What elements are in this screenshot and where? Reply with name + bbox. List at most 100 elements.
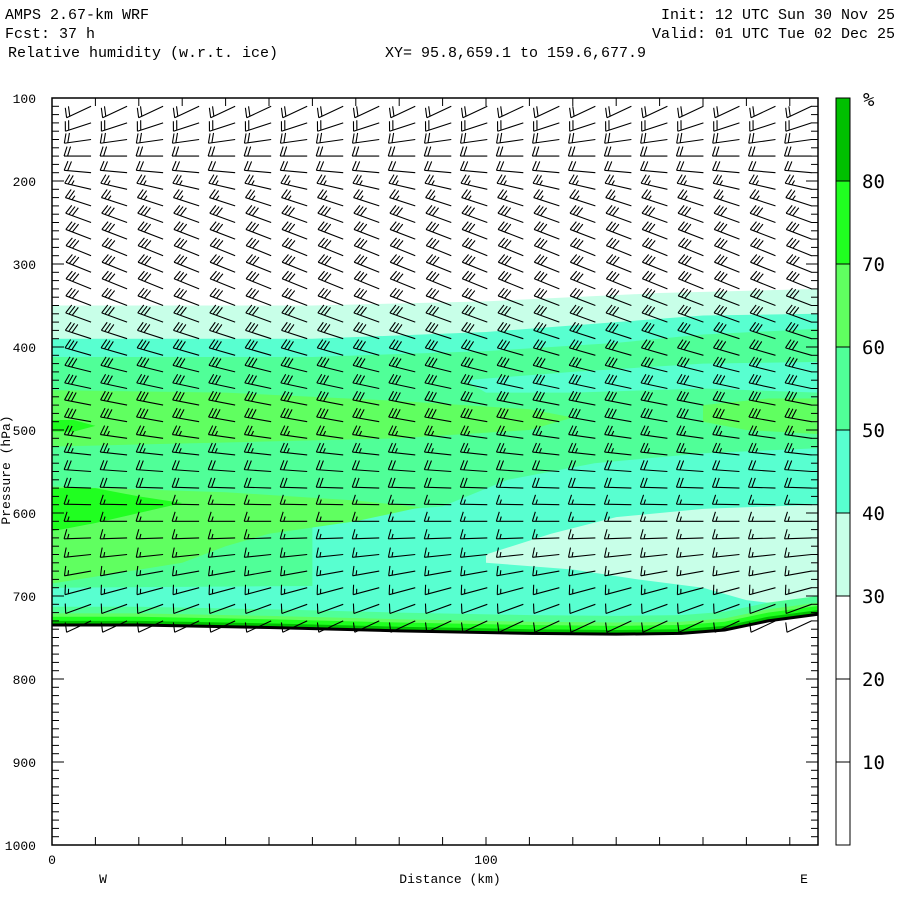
wind-barb bbox=[639, 146, 668, 157]
wind-barb bbox=[712, 174, 740, 190]
wind-barb bbox=[569, 270, 596, 290]
wind-barb bbox=[533, 237, 560, 257]
wind-barb bbox=[460, 132, 488, 144]
wind-barb bbox=[533, 105, 560, 119]
wind-barb bbox=[317, 237, 344, 257]
wind-barb bbox=[209, 287, 236, 307]
wind-barb bbox=[171, 146, 200, 157]
wind-barb bbox=[208, 120, 236, 132]
wind-barb bbox=[281, 237, 308, 257]
wind-barb bbox=[677, 270, 704, 290]
wind-barb bbox=[99, 160, 128, 174]
wind-barb bbox=[425, 237, 452, 257]
wind-barb bbox=[279, 160, 308, 174]
wind-barb bbox=[497, 105, 524, 119]
wind-barb bbox=[353, 254, 380, 273]
colorbar-segment bbox=[835, 678, 851, 763]
y-axis-label: Pressure (hPa) bbox=[0, 415, 14, 524]
wind-barb bbox=[712, 160, 740, 174]
wind-barb bbox=[784, 174, 812, 190]
wind-barb bbox=[750, 270, 776, 290]
colorbar-segment bbox=[835, 512, 851, 597]
wind-barb bbox=[65, 237, 92, 257]
wind-barb bbox=[173, 287, 200, 307]
wind-barb bbox=[316, 120, 344, 132]
y-tick-label: 500 bbox=[13, 424, 36, 439]
init-time: Init: 12 UTC Sun 30 Nov 25 bbox=[661, 7, 895, 24]
wind-barb bbox=[136, 174, 164, 190]
wind-barb bbox=[209, 237, 236, 257]
wind-barb bbox=[389, 205, 416, 224]
wind-barb bbox=[172, 174, 200, 190]
y-tick-label: 1000 bbox=[5, 839, 36, 854]
wind-barb bbox=[100, 105, 128, 119]
wind-barb bbox=[569, 120, 596, 132]
wind-barb bbox=[353, 270, 380, 290]
wind-barb bbox=[424, 174, 452, 190]
wind-barb bbox=[749, 205, 776, 224]
wind-barb bbox=[101, 270, 128, 290]
wind-barb bbox=[785, 205, 812, 224]
wind-barb bbox=[137, 254, 164, 273]
wind-barb bbox=[351, 146, 380, 157]
wind-barb bbox=[209, 270, 236, 290]
y-tick-label: 100 bbox=[13, 92, 36, 107]
wind-barb bbox=[605, 105, 632, 119]
wind-barb bbox=[785, 120, 812, 132]
wind-barb bbox=[353, 189, 380, 207]
wind-barb bbox=[173, 270, 200, 290]
wind-barb bbox=[712, 132, 740, 144]
wind-barb bbox=[281, 221, 308, 240]
colorbar-segment bbox=[835, 180, 851, 265]
wind-barb bbox=[785, 189, 812, 207]
wind-barb bbox=[460, 105, 488, 119]
wind-barb bbox=[388, 174, 416, 190]
wind-barb bbox=[63, 146, 92, 157]
wind-barb bbox=[425, 189, 452, 207]
wind-barb bbox=[100, 174, 128, 190]
wind-barb bbox=[388, 105, 416, 119]
wind-barb bbox=[603, 146, 632, 157]
wind-barb bbox=[567, 160, 596, 174]
wind-barb bbox=[713, 120, 740, 132]
wind-barb bbox=[352, 105, 380, 119]
wind-barb bbox=[750, 254, 776, 273]
wind-barb bbox=[604, 174, 632, 190]
wind-barb bbox=[281, 270, 308, 290]
wind-barb bbox=[387, 160, 416, 174]
colorbar-unit: % bbox=[863, 89, 875, 111]
wind-barb bbox=[424, 120, 452, 132]
wind-barb bbox=[459, 146, 488, 157]
wind-barb bbox=[209, 189, 236, 207]
wind-barb bbox=[317, 189, 344, 207]
wind-barb bbox=[459, 160, 488, 174]
wind-barb bbox=[352, 174, 380, 190]
valid-time: Valid: 01 UTC Tue 02 Dec 25 bbox=[652, 26, 895, 43]
wind-barb bbox=[786, 237, 812, 257]
wind-barb bbox=[569, 189, 596, 207]
wind-barb bbox=[317, 221, 344, 240]
wind-barb bbox=[713, 189, 740, 207]
wind-barb bbox=[750, 237, 776, 257]
wind-barb bbox=[63, 132, 92, 144]
wind-barb bbox=[245, 205, 272, 224]
wind-barb bbox=[785, 105, 812, 119]
wind-barb bbox=[605, 205, 632, 224]
wind-barb bbox=[137, 270, 164, 290]
wind-barb bbox=[137, 287, 164, 307]
colorbar-label: 80 bbox=[862, 171, 885, 193]
wind-barb bbox=[64, 105, 92, 119]
wind-barb bbox=[280, 105, 308, 119]
wind-barb bbox=[497, 205, 524, 224]
wind-barb bbox=[281, 205, 308, 224]
wind-barb bbox=[172, 105, 200, 119]
wind-barb bbox=[641, 189, 668, 207]
wind-barb bbox=[207, 146, 236, 157]
wind-barb bbox=[209, 221, 236, 240]
wind-barb bbox=[677, 189, 704, 207]
wind-barb bbox=[352, 120, 380, 132]
wind-barb bbox=[569, 205, 596, 224]
wind-barb bbox=[425, 205, 452, 224]
wind-barb bbox=[136, 105, 164, 119]
wind-barb bbox=[101, 205, 128, 224]
